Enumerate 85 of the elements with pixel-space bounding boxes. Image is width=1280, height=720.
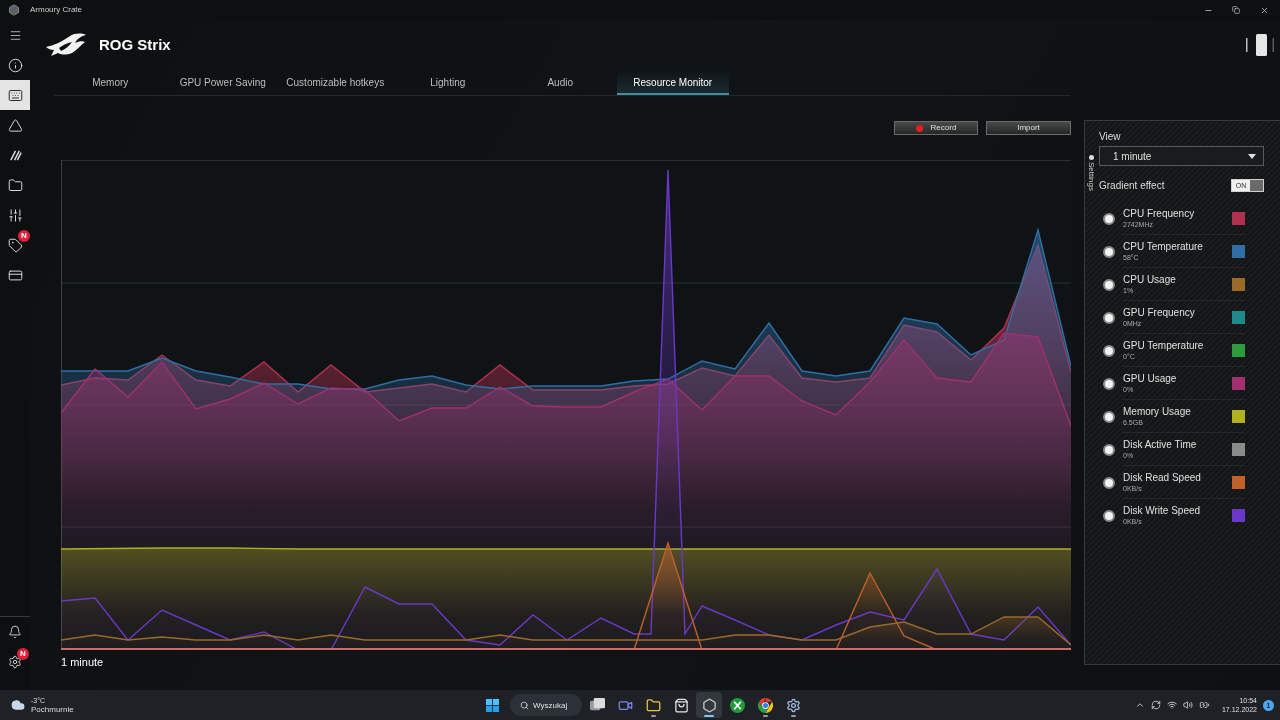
folder-icon (645, 697, 661, 713)
keyboard-icon (7, 87, 23, 103)
wifi-icon[interactable] (1166, 700, 1177, 710)
sidebar-item[interactable]: N (0, 647, 30, 677)
device-title: ROG Strix (99, 34, 171, 55)
logo-icon (45, 33, 87, 57)
sidebar-item[interactable]: N (0, 230, 30, 260)
four-squares-icon (485, 698, 499, 712)
metric-name: GPU Temperature (1123, 339, 1204, 352)
close-icon (1259, 5, 1269, 15)
search-icon (520, 700, 529, 710)
color-swatch-icon[interactable] (1232, 409, 1245, 423)
metric-name: Disk Read Speed (1123, 471, 1201, 484)
view-value: 1 minute (1113, 149, 1152, 164)
restore-icon (1232, 6, 1240, 14)
sliders-icon (7, 207, 23, 223)
hexagon-icon (701, 697, 717, 713)
metric-name: GPU Usage (1123, 372, 1177, 385)
tag-icon (7, 237, 23, 253)
chart-caption: 1 minute (61, 655, 104, 670)
radio-button[interactable] (1103, 377, 1115, 390)
volume-icon[interactable] (1182, 700, 1193, 710)
metric-name: CPU Temperature (1123, 240, 1203, 253)
metric-name: Disk Active Time (1123, 438, 1197, 451)
settings-icon (785, 697, 801, 713)
gradient-effect-label: Gradient effect (1099, 178, 1165, 193)
tab[interactable]: Audio (504, 70, 617, 95)
shopping-bag-icon (673, 697, 689, 713)
import-button[interactable]: Import (986, 121, 1071, 135)
radio-button[interactable] (1103, 344, 1115, 357)
color-swatch-icon[interactable] (1232, 244, 1245, 258)
metric-name: CPU Frequency (1123, 207, 1195, 220)
cloud-icon[interactable] (10, 698, 26, 712)
tab[interactable]: Customizable hotkeys (279, 70, 392, 95)
overlapping-squares-icon (589, 697, 605, 713)
x-circle-icon (729, 697, 745, 713)
tab[interactable]: GPU Power Saving (166, 70, 279, 95)
radio-button[interactable] (1103, 278, 1115, 291)
tab[interactable]: Resource Monitor (616, 70, 729, 95)
refresh-icon[interactable] (1150, 700, 1161, 710)
chevron-up-icon[interactable] (1134, 700, 1145, 710)
taskbar-app-button[interactable] (696, 692, 722, 718)
bell-icon (8, 625, 22, 639)
notification-badge: N (17, 648, 29, 660)
metric-name: CPU Usage (1123, 273, 1176, 286)
caret-down-icon (1248, 153, 1256, 159)
metric-name: Memory Usage (1123, 405, 1191, 418)
color-swatch-icon[interactable] (1232, 376, 1245, 390)
phone-icon[interactable] (1246, 34, 1274, 56)
metric-name: GPU Frequency (1123, 306, 1195, 319)
sidebar-item[interactable] (0, 80, 30, 110)
metric-name: Disk Write Speed (1123, 505, 1201, 517)
radio-button[interactable] (1103, 509, 1115, 522)
triangle-icon (7, 117, 23, 133)
app-icon (8, 4, 20, 16)
weather-condition: Pochmurnie (31, 704, 74, 715)
radio-button[interactable] (1103, 245, 1115, 258)
color-swatch-icon[interactable] (1232, 343, 1245, 357)
settings-icon (8, 655, 22, 669)
record-button[interactable]: Record (894, 121, 978, 135)
view-dropdown[interactable]: 1 minute (1099, 146, 1264, 166)
tab[interactable]: Lighting (391, 70, 504, 95)
color-swatch-icon[interactable] (1232, 509, 1245, 522)
color-swatch-icon[interactable] (1232, 211, 1245, 225)
color-swatch-icon[interactable] (1232, 277, 1245, 291)
settings-side-tab[interactable]: Settings (1085, 155, 1097, 191)
color-swatch-icon[interactable] (1232, 475, 1245, 489)
search-field[interactable]: Wyszukaj (510, 694, 582, 716)
radio-button[interactable] (1103, 410, 1115, 423)
radio-button[interactable] (1103, 443, 1115, 456)
color-swatch-icon[interactable] (1232, 442, 1245, 456)
tab[interactable]: Memory (54, 70, 167, 95)
battery-icon[interactable] (1198, 700, 1210, 710)
color-wheel-icon (757, 697, 773, 713)
folder-icon (7, 177, 23, 193)
view-label: View (1099, 131, 1121, 143)
color-swatch-icon[interactable] (1232, 310, 1245, 324)
radio-button[interactable] (1103, 311, 1115, 324)
card-icon (7, 267, 23, 283)
window-title: Armoury Crate (30, 4, 82, 16)
notification-badge: N (18, 230, 30, 242)
radio-button[interactable] (1103, 476, 1115, 489)
menu-icon (8, 28, 22, 42)
info-icon (7, 57, 23, 73)
radio-button[interactable] (1103, 212, 1115, 225)
